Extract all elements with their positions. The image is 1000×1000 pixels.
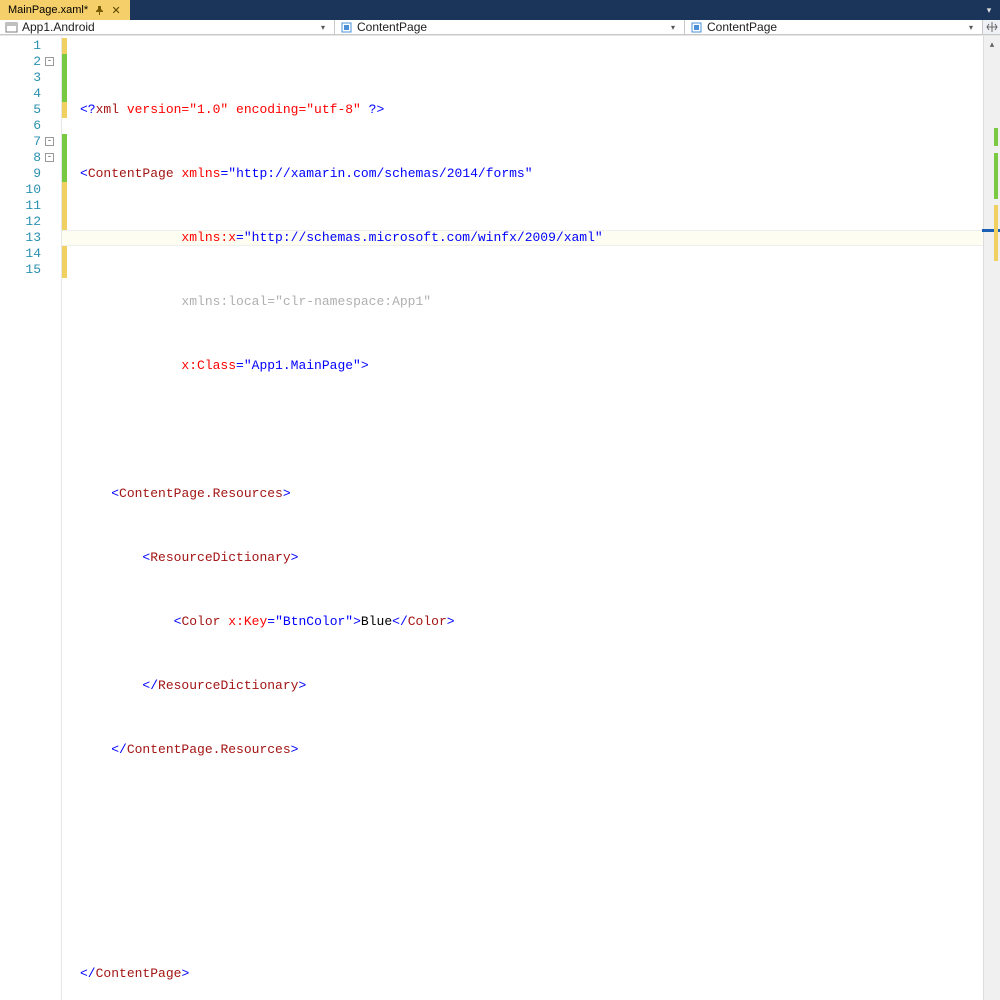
line-number-gutter: --- 123456789101112131415 — [0, 36, 62, 1000]
code-line: x:Class="App1.MainPage"> — [80, 358, 983, 374]
chevron-down-icon: ▾ — [316, 23, 330, 32]
tab-title: MainPage.xaml* — [8, 4, 88, 16]
code-line: </ContentPage> — [80, 966, 983, 982]
type-icon — [339, 20, 353, 34]
split-view-icon[interactable] — [982, 20, 1000, 34]
code-line: <ResourceDictionary> — [80, 550, 983, 566]
line-number: 7 — [0, 134, 61, 150]
line-number: 10 — [0, 182, 61, 198]
line-number: 8 — [0, 150, 61, 166]
code-line: xmlns:x="http://schemas.microsoft.com/wi… — [80, 230, 983, 246]
tab-overflow-icon[interactable]: ▾ — [982, 3, 996, 17]
scroll-up-icon[interactable]: ▴ — [984, 36, 1000, 53]
overview-mark — [994, 128, 998, 146]
code-line: <Color x:Key="BtnColor">Blue</Color> — [80, 614, 983, 630]
code-line — [80, 902, 983, 918]
line-number: 14 — [0, 246, 61, 262]
code-line — [80, 806, 983, 822]
project-dropdown[interactable]: App1.Android ▾ — [0, 20, 335, 34]
close-icon[interactable]: ✕ — [110, 4, 122, 16]
line-number: 13 — [0, 230, 61, 246]
member-name: ContentPage — [707, 20, 964, 34]
scroll-down-icon[interactable]: ▾ — [984, 997, 1000, 1000]
project-name: App1.Android — [22, 20, 316, 34]
project-icon — [4, 20, 18, 34]
scrollbar-track[interactable] — [984, 53, 1000, 997]
type-name: ContentPage — [357, 20, 666, 34]
pin-icon[interactable] — [94, 5, 104, 15]
line-number: 5 — [0, 102, 61, 118]
code-line: </ContentPage.Resources> — [80, 742, 983, 758]
overview-mark — [994, 153, 998, 199]
code-area[interactable]: <?xml version="1.0" encoding="utf-8" ?> … — [62, 36, 983, 1000]
code-line: <ContentPage xmlns="http://xamarin.com/s… — [80, 166, 983, 182]
line-number: 4 — [0, 86, 61, 102]
line-number: 1 — [0, 38, 61, 54]
line-number: 12 — [0, 214, 61, 230]
line-number: 2 — [0, 54, 61, 70]
line-number: 6 — [0, 118, 61, 134]
member-icon — [689, 20, 703, 34]
code-line: </ResourceDictionary> — [80, 678, 983, 694]
chevron-down-icon: ▾ — [964, 23, 978, 32]
overview-mark — [994, 205, 998, 261]
vertical-scrollbar[interactable]: ▴ ▾ — [983, 36, 1000, 1000]
tab-strip: MainPage.xaml* ✕ ▾ — [0, 0, 1000, 20]
chevron-down-icon: ▾ — [666, 23, 680, 32]
type-dropdown[interactable]: ContentPage ▾ — [335, 20, 685, 34]
editor: --- 123456789101112131415 <?xml version=… — [0, 35, 1000, 1000]
line-number: 15 — [0, 262, 61, 278]
navigation-bar: App1.Android ▾ ContentPage ▾ ContentPage… — [0, 20, 1000, 35]
line-number: 9 — [0, 166, 61, 182]
line-number: 3 — [0, 70, 61, 86]
code-line: xmlns:local="clr-namespace:App1" — [80, 294, 983, 310]
code-line: <?xml version="1.0" encoding="utf-8" ?> — [80, 102, 983, 118]
line-number: 11 — [0, 198, 61, 214]
code-line — [80, 422, 983, 438]
code-line — [80, 854, 983, 870]
file-tab[interactable]: MainPage.xaml* ✕ — [0, 0, 130, 20]
member-dropdown[interactable]: ContentPage ▾ — [685, 20, 982, 34]
